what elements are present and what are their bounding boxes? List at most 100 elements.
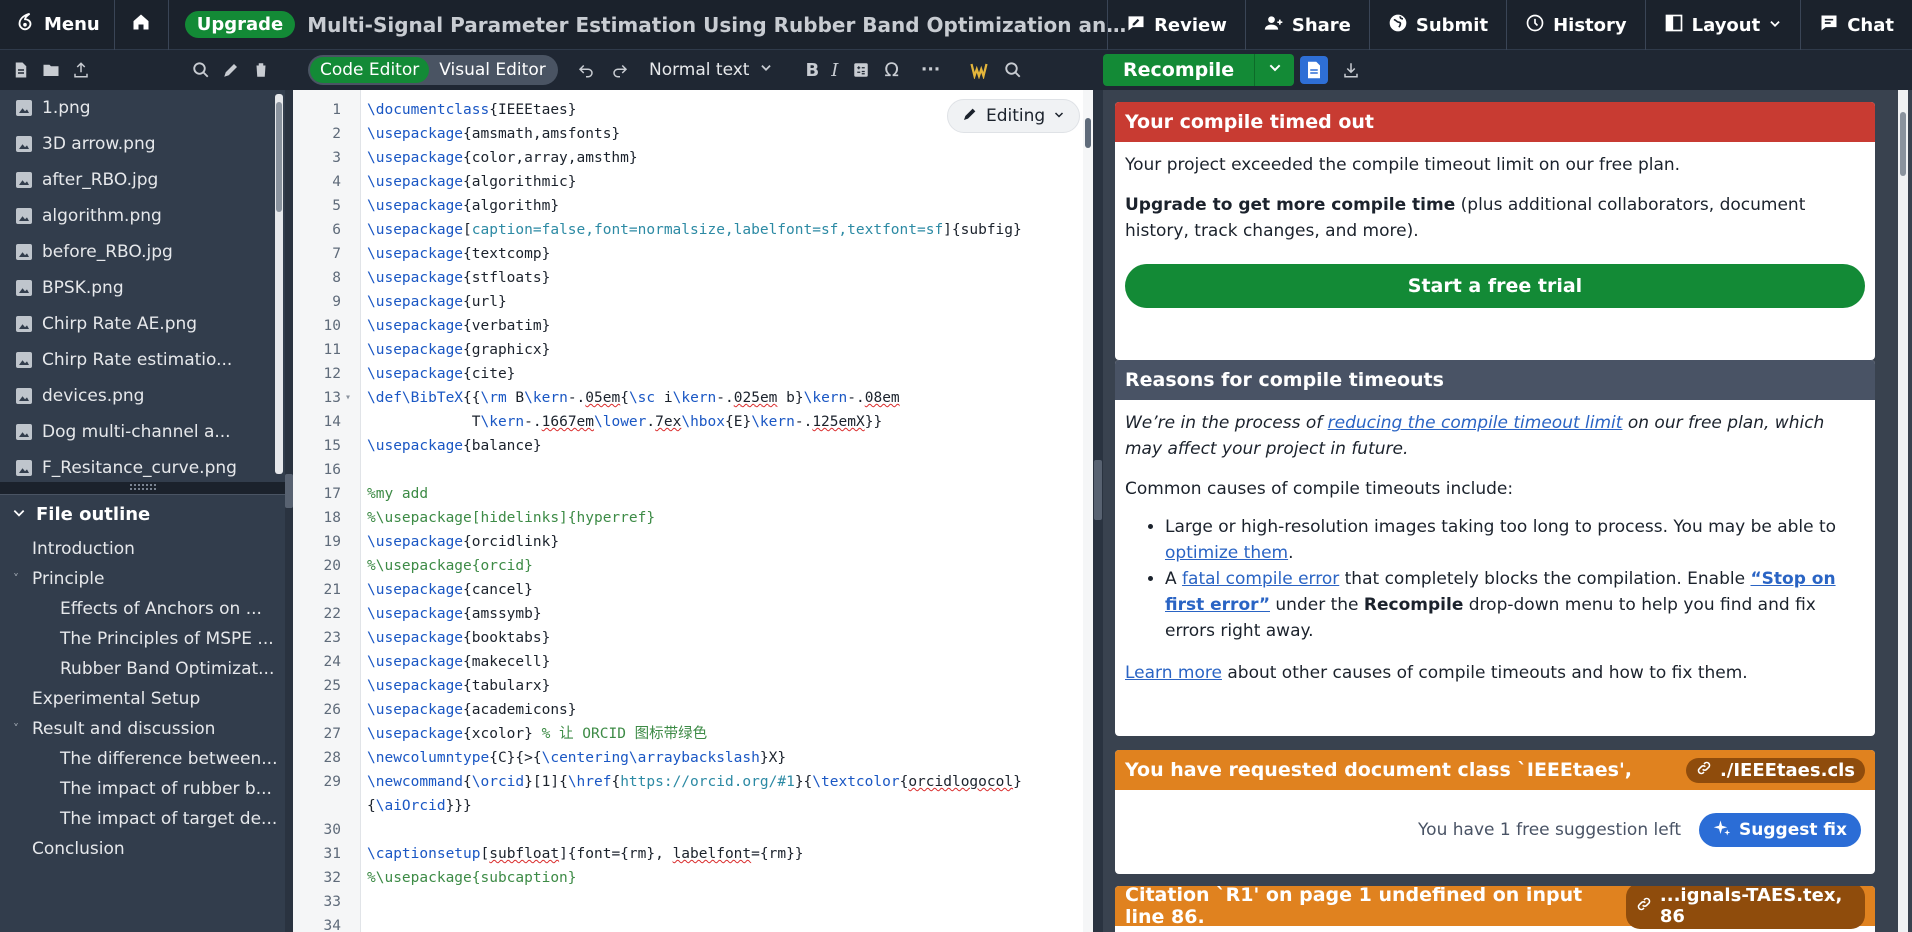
code-line[interactable]: 8 \usepackage{stfloats} bbox=[293, 266, 1093, 290]
file-item[interactable]: F_Resitance_curve.png bbox=[0, 450, 285, 482]
code-line[interactable]: 13 ▾ \def\BibTeX{{\rm B\kern-.05em{\sc i\k… bbox=[293, 386, 1093, 410]
writefull-icon[interactable] bbox=[968, 59, 990, 81]
outline-toggle-icon[interactable]: ˅ bbox=[8, 722, 24, 736]
code-line[interactable]: 5 \usepackage{algorithm} bbox=[293, 194, 1093, 218]
search-icon[interactable] bbox=[190, 59, 212, 81]
menu-button[interactable]: Menu bbox=[0, 0, 115, 50]
more-options-button[interactable]: ··· bbox=[921, 60, 940, 80]
code-line[interactable]: 10 \usepackage{verbatim} bbox=[293, 314, 1093, 338]
outline-item[interactable]: Rubber Band Optimizat... bbox=[0, 654, 285, 684]
outline-item[interactable]: ˅ Principle bbox=[0, 564, 285, 594]
bold-button[interactable]: B bbox=[805, 60, 819, 81]
outline-item[interactable]: The impact of target de... bbox=[0, 804, 285, 834]
search-replace-icon[interactable] bbox=[1002, 59, 1024, 81]
code-line[interactable]: 30 bbox=[293, 818, 1093, 842]
file-item[interactable]: Chirp Rate AE.png bbox=[0, 306, 285, 342]
code-line[interactable]: 24 \usepackage{makecell} bbox=[293, 650, 1093, 674]
code-line[interactable]: 26 \usepackage{academicons} bbox=[293, 698, 1093, 722]
outline-item[interactable]: The Principles of MSPE ... bbox=[0, 624, 285, 654]
submit-button[interactable]: Submit bbox=[1368, 0, 1506, 50]
code-line[interactable]: 3 \usepackage{color,array,amsthm} bbox=[293, 146, 1093, 170]
file-item[interactable]: devices.png bbox=[0, 378, 285, 414]
code-line[interactable]: 21 \usepackage{cancel} bbox=[293, 578, 1093, 602]
share-button[interactable]: Share bbox=[1244, 0, 1369, 50]
code-line[interactable]: {\aiOrcid}}} bbox=[293, 794, 1093, 818]
omega-symbol-button[interactable]: Ω bbox=[884, 59, 899, 81]
math-icon[interactable] bbox=[850, 59, 872, 81]
code-line[interactable]: 22 \usepackage{amssymb} bbox=[293, 602, 1093, 626]
file-outline-header[interactable]: File outline bbox=[0, 494, 285, 534]
code-line[interactable]: 23 \usepackage{booktabs} bbox=[293, 626, 1093, 650]
code-line[interactable]: 34 bbox=[293, 914, 1093, 932]
file-item[interactable]: 1.png bbox=[0, 90, 285, 126]
code-line[interactable]: 12 \usepackage{cite} bbox=[293, 362, 1093, 386]
file-item[interactable]: Chirp Rate estimatio... bbox=[0, 342, 285, 378]
code-line[interactable]: 9 \usepackage{url} bbox=[293, 290, 1093, 314]
editor-mode-toggle[interactable]: Code Editor Visual Editor bbox=[308, 55, 558, 85]
new-folder-icon[interactable] bbox=[40, 59, 62, 81]
visual-editor-tab[interactable]: Visual Editor bbox=[429, 57, 555, 83]
code-line[interactable]: 28 \newcolumntype{C}{>{\centering\arrayba… bbox=[293, 746, 1093, 770]
file-item[interactable]: after_RBO.jpg bbox=[0, 162, 285, 198]
review-button[interactable]: Review bbox=[1107, 0, 1245, 50]
outline-item[interactable]: Effects of Anchors on ... bbox=[0, 594, 285, 624]
logs-scrollbar[interactable] bbox=[1898, 90, 1908, 932]
code-editor[interactable]: 1 \documentclass{IEEEtaes} 2 \usepackage{am… bbox=[293, 90, 1093, 932]
code-line[interactable]: 18 %\usepackage[hidelinks]{hyperref} bbox=[293, 506, 1093, 530]
citation-warning-header[interactable]: Citation `R1' on page 1 undefined on inp… bbox=[1115, 886, 1875, 929]
warning-header[interactable]: You have requested document class `IEEEt… bbox=[1115, 750, 1875, 790]
fold-toggle-icon[interactable]: ▾ bbox=[345, 386, 351, 410]
optimize-images-link[interactable]: optimize them bbox=[1165, 543, 1288, 563]
outline-toggle-icon[interactable]: ˅ bbox=[8, 572, 24, 586]
file-link-pill[interactable]: ...ignals-TAES.tex, 86 bbox=[1625, 886, 1865, 929]
reducing-timeout-link[interactable]: reducing the compile timeout limit bbox=[1328, 413, 1623, 433]
code-line[interactable]: 25 \usepackage{tabularx} bbox=[293, 674, 1093, 698]
code-line[interactable]: 29 \newcommand{\orcid}[1]{\href{https://o… bbox=[293, 770, 1093, 794]
code-line[interactable]: 4 \usepackage{algorithmic} bbox=[293, 170, 1093, 194]
outline-item[interactable]: Experimental Setup bbox=[0, 684, 285, 714]
code-line[interactable]: 32 %\usepackage{subcaption} bbox=[293, 866, 1093, 890]
editor-scrollbar[interactable] bbox=[1083, 90, 1093, 932]
home-button[interactable] bbox=[115, 0, 169, 50]
sidebar-collapse-rail[interactable] bbox=[285, 90, 293, 932]
code-line[interactable]: 20 %\usepackage{orcid} bbox=[293, 554, 1093, 578]
outline-item[interactable]: Introduction bbox=[0, 534, 285, 564]
file-item[interactable]: Dog multi-channel a... bbox=[0, 414, 285, 450]
code-line[interactable]: 33 bbox=[293, 890, 1093, 914]
code-line[interactable]: 16 bbox=[293, 458, 1093, 482]
recompile-options-dropdown[interactable] bbox=[1254, 54, 1294, 86]
editing-mode-button[interactable]: Editing bbox=[947, 99, 1081, 133]
start-free-trial-button[interactable]: Start a free trial bbox=[1125, 264, 1865, 308]
file-item[interactable]: before_RBO.jpg bbox=[0, 234, 285, 270]
file-item[interactable]: BPSK.png bbox=[0, 270, 285, 306]
download-icon[interactable] bbox=[1340, 59, 1362, 81]
layout-button[interactable]: Layout bbox=[1644, 0, 1801, 50]
redo-icon[interactable] bbox=[609, 59, 631, 81]
history-button[interactable]: History bbox=[1506, 0, 1645, 50]
code-line[interactable]: 7 \usepackage{textcomp} bbox=[293, 242, 1093, 266]
upload-icon[interactable] bbox=[70, 59, 92, 81]
undo-icon[interactable] bbox=[575, 59, 597, 81]
file-link-pill[interactable]: ./IEEEtaes.cls bbox=[1685, 757, 1865, 783]
italic-button[interactable]: I bbox=[831, 60, 838, 81]
file-item[interactable]: 3D arrow.png bbox=[0, 126, 285, 162]
recompile-button[interactable]: Recompile bbox=[1103, 54, 1254, 86]
upgrade-button[interactable]: Upgrade bbox=[184, 11, 296, 38]
project-title[interactable]: Multi-Signal Parameter Estimation Using … bbox=[307, 13, 1137, 37]
learn-more-link[interactable]: Learn more bbox=[1125, 663, 1222, 683]
code-line[interactable]: 11 \usepackage{graphicx} bbox=[293, 338, 1093, 362]
panel-resize-handle[interactable] bbox=[130, 484, 156, 490]
trash-icon[interactable] bbox=[250, 59, 272, 81]
outline-item[interactable]: The difference between... bbox=[0, 744, 285, 774]
text-style-select[interactable]: Normal text bbox=[649, 60, 773, 80]
rename-pencil-icon[interactable] bbox=[220, 59, 242, 81]
file-item[interactable]: algorithm.png bbox=[0, 198, 285, 234]
code-line[interactable]: 31 \captionsetup[subfloat]{font={rm}, lab… bbox=[293, 842, 1093, 866]
code-line[interactable]: 19 \usepackage{orcidlink} bbox=[293, 530, 1093, 554]
chat-button[interactable]: Chat bbox=[1800, 0, 1912, 50]
pdf-collapse-rail[interactable] bbox=[1093, 90, 1103, 932]
outline-item[interactable]: Conclusion bbox=[0, 834, 285, 864]
suggest-fix-button[interactable]: Suggest fix bbox=[1699, 813, 1861, 847]
outline-item[interactable]: The impact of rubber b... bbox=[0, 774, 285, 804]
file-tree-scrollbar[interactable] bbox=[275, 94, 283, 474]
